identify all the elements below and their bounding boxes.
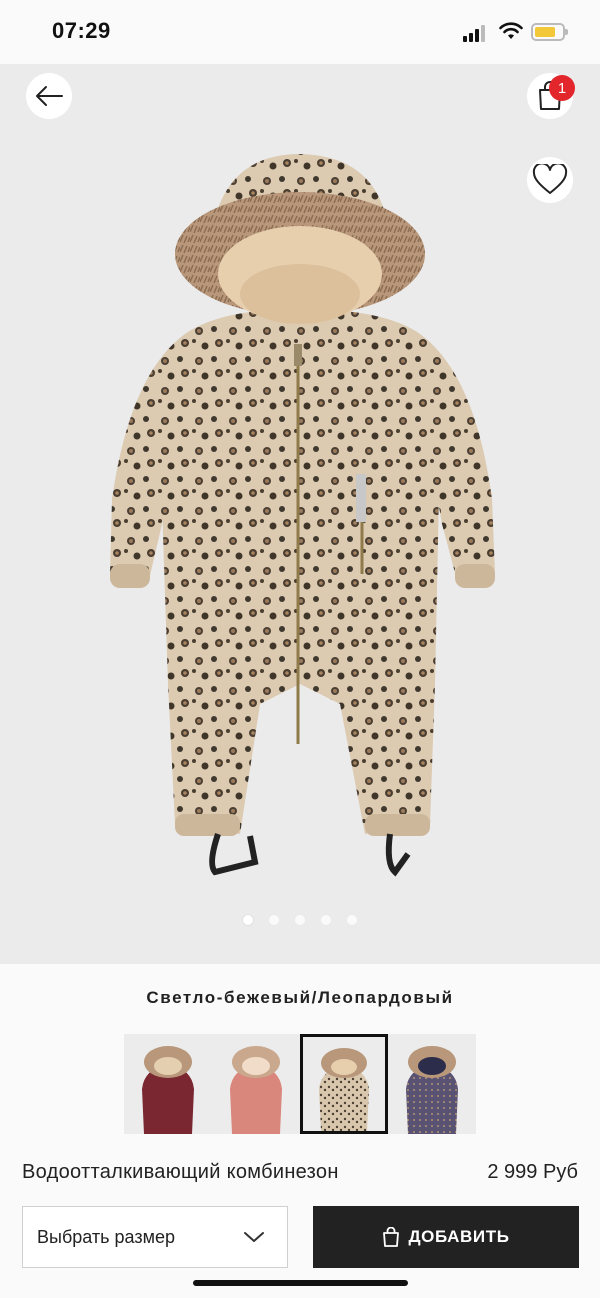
status-bar: 07:29 (0, 0, 600, 64)
add-to-bag-label: ДОБАВИТЬ (408, 1227, 510, 1246)
color-swatch-burgundy[interactable] (124, 1034, 212, 1134)
color-swatch-purple[interactable] (388, 1034, 476, 1134)
heart-icon (532, 164, 568, 194)
status-time: 07:29 (52, 18, 111, 43)
swatch-image (319, 1048, 369, 1131)
wifi-icon (499, 22, 523, 39)
gallery-dot[interactable] (321, 915, 331, 925)
home-indicator[interactable] (193, 1280, 408, 1286)
size-select[interactable]: Выбрать размер (22, 1206, 288, 1268)
gallery-pagination (0, 915, 600, 925)
chevron-down-icon (244, 1232, 264, 1242)
battery-icon (531, 23, 568, 41)
color-swatch-pink[interactable] (212, 1034, 300, 1134)
favorite-button[interactable] (527, 157, 573, 203)
product-image-gallery[interactable]: 1 (0, 64, 600, 964)
swatch-image (142, 1046, 194, 1134)
product-price: 2 999 Руб (487, 1161, 578, 1183)
gallery-dot[interactable] (295, 915, 305, 925)
swatch-image (230, 1046, 282, 1134)
shopping-bag-icon (383, 1227, 400, 1247)
cellular-signal-icon (463, 24, 489, 42)
color-swatch-leopard[interactable] (300, 1034, 388, 1134)
back-button[interactable] (26, 73, 72, 119)
swatch-image (406, 1046, 458, 1134)
arrow-left-icon (36, 86, 63, 106)
gallery-dot[interactable] (269, 915, 279, 925)
product-screen: 07:29 1 Светло-бежевый/Леопардовый Водоо… (0, 0, 600, 1298)
add-to-bag-button[interactable]: ДОБАВИТЬ (313, 1206, 579, 1268)
gallery-dot[interactable] (347, 915, 357, 925)
cart-count-badge: 1 (549, 75, 575, 101)
product-title: Водоотталкивающий комбинезон (22, 1161, 339, 1183)
size-select-label: Выбрать размер (37, 1226, 175, 1247)
gallery-dot[interactable] (243, 915, 253, 925)
color-swatch-list (124, 1034, 476, 1134)
selected-color-name: Светло-бежевый/Леопардовый (146, 988, 454, 1007)
product-image (110, 154, 495, 877)
